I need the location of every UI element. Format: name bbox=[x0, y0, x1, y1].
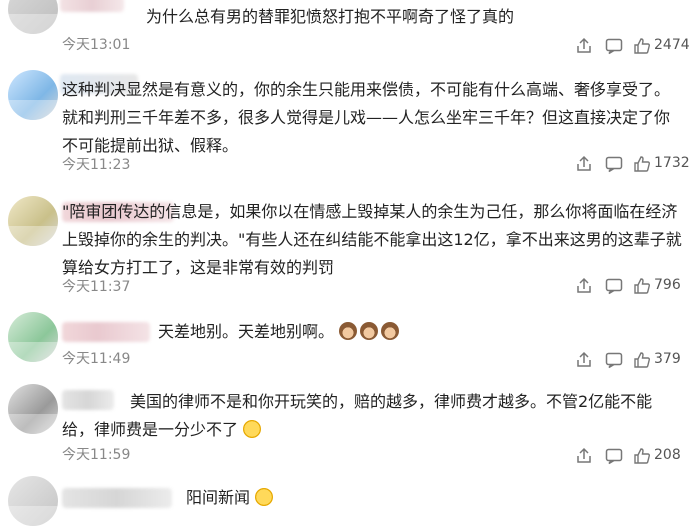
comment-text-content: 阳间新闻 bbox=[186, 488, 251, 507]
comment-text: 天差地别。天差地别啊。 bbox=[158, 318, 678, 346]
comment-actions: 208 bbox=[574, 446, 686, 470]
comment-time: 今天11:23 bbox=[62, 157, 131, 173]
avatar[interactable] bbox=[8, 312, 58, 362]
comment-text-content: 美国的律师不是和你开玩笑的，赔的越多，律师费才越多。不管2亿能不能给，律师费是一… bbox=[62, 392, 653, 439]
comment-text: 这种判决显然是有意义的，你的余生只能用来偿债，不可能有什么高端、奢侈享受了。就和… bbox=[62, 80, 671, 155]
comment-icon[interactable] bbox=[604, 154, 624, 174]
like-count: 208 bbox=[654, 447, 681, 463]
like-count: 796 bbox=[654, 277, 681, 293]
share-icon[interactable] bbox=[574, 350, 594, 370]
avatar[interactable] bbox=[8, 0, 58, 34]
comment-text: "陪审团传达的信息是，如果你以在情感上毁掉某人的余生为己任，那么你将面临在经济上… bbox=[62, 202, 682, 277]
share-icon[interactable] bbox=[574, 36, 594, 56]
comment-icon[interactable] bbox=[604, 36, 624, 56]
comment-time: 今天11:37 bbox=[62, 279, 131, 295]
comment-text: 阳间新闻 bbox=[186, 484, 586, 512]
see-no-evil-monkey-icon bbox=[381, 322, 400, 340]
see-no-evil-monkey-icon bbox=[360, 322, 379, 340]
comment-time: 今天13:01 bbox=[62, 37, 131, 53]
smile-face-icon bbox=[255, 488, 274, 506]
comment-text-content: 天差地别。天差地别啊。 bbox=[158, 322, 335, 341]
comment-actions: 2474 bbox=[574, 36, 690, 60]
share-icon[interactable] bbox=[574, 154, 594, 174]
comment-time: 今天11:59 bbox=[62, 447, 131, 463]
comment-text: 为什么总有男的替罪犯愤怒打抱不平啊奇了怪了真的 bbox=[146, 7, 515, 26]
see-no-evil-monkey-icon bbox=[339, 322, 358, 340]
username[interactable] bbox=[60, 0, 124, 12]
thumbs-up-icon[interactable] bbox=[632, 350, 652, 370]
like-count: 1732 bbox=[654, 155, 690, 171]
avatar[interactable] bbox=[8, 196, 58, 246]
thumbs-up-icon[interactable] bbox=[632, 154, 652, 174]
avatar[interactable] bbox=[8, 384, 58, 434]
comment-text: 美国的律师不是和你开玩笑的，赔的越多，律师费才越多。不管2亿能不能给，律师费是一… bbox=[62, 388, 684, 444]
share-icon[interactable] bbox=[574, 276, 594, 296]
smirk-face-icon bbox=[243, 420, 262, 438]
thumbs-up-icon[interactable] bbox=[632, 276, 652, 296]
comment-icon[interactable] bbox=[604, 276, 624, 296]
thumbs-up-icon[interactable] bbox=[632, 446, 652, 466]
share-icon[interactable] bbox=[574, 446, 594, 466]
like-count: 2474 bbox=[654, 37, 690, 53]
like-count: 379 bbox=[654, 351, 681, 367]
username[interactable] bbox=[62, 322, 150, 342]
comment-actions: 379 bbox=[574, 350, 686, 374]
thumbs-up-icon[interactable] bbox=[632, 36, 652, 56]
comment-time: 今天11:49 bbox=[62, 351, 131, 367]
comment-actions: 796 bbox=[574, 276, 686, 300]
avatar[interactable] bbox=[8, 476, 58, 526]
username[interactable] bbox=[62, 488, 172, 508]
avatar[interactable] bbox=[8, 70, 58, 120]
comment-icon[interactable] bbox=[604, 446, 624, 466]
comment-actions: 1732 bbox=[574, 154, 690, 178]
comment-icon[interactable] bbox=[604, 350, 624, 370]
